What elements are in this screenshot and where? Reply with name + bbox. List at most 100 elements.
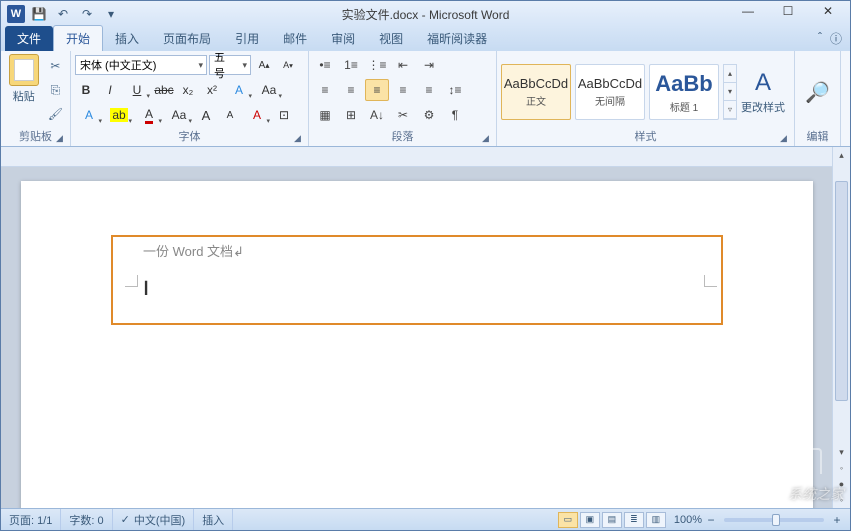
minimize-button[interactable]: — [728, 1, 768, 21]
line-spacing-button[interactable]: ↕≡ [443, 79, 467, 101]
clipboard-launcher[interactable]: ◢ [56, 133, 68, 145]
tab-layout[interactable]: 页面布局 [151, 26, 223, 51]
align-right-button[interactable]: ≡ [365, 79, 389, 101]
text-effects-button[interactable]: A [225, 79, 253, 101]
style-scroll-down[interactable]: ▾ [724, 83, 736, 101]
font-name-combo[interactable]: 宋体 (中文正文) [75, 55, 207, 75]
shrink-font-button[interactable]: A▾ [277, 54, 299, 76]
qat-dropdown[interactable]: ▾ [101, 4, 121, 24]
style-heading1[interactable]: AaBb 标题 1 [649, 64, 719, 120]
bold-button[interactable]: B [75, 79, 97, 101]
sort-button[interactable]: A↓ [365, 104, 389, 126]
tab-home[interactable]: 开始 [53, 25, 103, 51]
undo-button[interactable]: ↶ [53, 4, 73, 24]
document-text[interactable]: 一份 Word 文档↲ [143, 241, 244, 260]
document-area[interactable]: 一份 Word 文档↲ ▎ [1, 167, 832, 508]
align-center-button[interactable]: ≡ [339, 79, 363, 101]
status-insert-mode[interactable]: 插入 [194, 509, 233, 530]
save-button[interactable]: 💾 [29, 4, 49, 24]
font-size-combo[interactable]: 五号 [209, 55, 251, 75]
justify-button[interactable]: ≡ [391, 79, 415, 101]
browse-object-button[interactable]: ● [833, 476, 850, 492]
tab-foxit[interactable]: 福昕阅读器 [415, 26, 499, 51]
status-words[interactable]: 字数: 0 [61, 509, 112, 530]
borders-button[interactable]: ⊞ [339, 104, 363, 126]
maximize-button[interactable]: ☐ [768, 1, 808, 21]
style-nospacing[interactable]: AaBbCcDd 无间隔 [575, 64, 645, 120]
status-page[interactable]: 页面: 1/1 [1, 509, 61, 530]
font-color-button[interactable]: A [135, 104, 163, 126]
shrink-font2-button[interactable]: A [219, 104, 241, 126]
tab-mailings[interactable]: 邮件 [271, 26, 319, 51]
status-bar: 页面: 1/1 字数: 0 ✓ 中文(中国) 插入 ▭ ▣ ▤ ≣ ▥ 100%… [1, 508, 850, 530]
page[interactable]: 一份 Word 文档↲ ▎ [21, 181, 813, 508]
minimize-ribbon-icon[interactable]: ˆ [818, 30, 822, 47]
prev-page-button[interactable]: ◦ [833, 460, 850, 476]
distribute-button[interactable]: ≡ [417, 79, 441, 101]
help-icon[interactable]: ⓘ [830, 30, 842, 47]
zoom-in-button[interactable]: + [830, 513, 844, 527]
tab-file[interactable]: 文件 [5, 26, 53, 51]
align-left-button[interactable]: ≡ [313, 79, 337, 101]
window-controls: — ☐ ✕ [728, 1, 848, 21]
view-outline[interactable]: ≣ [624, 512, 644, 528]
ruler[interactable] [1, 147, 850, 167]
style-scroll-up[interactable]: ▴ [724, 65, 736, 83]
copy-button[interactable]: ⎘ [45, 80, 65, 100]
group-label: 样式 [501, 130, 790, 145]
scroll-thumb[interactable] [835, 181, 848, 401]
zoom-out-button[interactable]: − [704, 513, 718, 527]
highlight-color-button[interactable]: ab [105, 104, 133, 126]
clear-format-button[interactable]: A [243, 104, 271, 126]
style-normal[interactable]: AaBbCcDd 正文 [501, 64, 571, 120]
bullets-button[interactable]: •≡ [313, 54, 337, 76]
change-styles-button[interactable]: A 更改样式 [741, 69, 785, 115]
show-paragraph-button[interactable]: ¶ [443, 104, 467, 126]
font-launcher[interactable]: ◢ [294, 133, 306, 145]
scroll-down-button[interactable]: ▾ [833, 444, 850, 460]
view-fullscreen[interactable]: ▣ [580, 512, 600, 528]
tab-references[interactable]: 引用 [223, 26, 271, 51]
view-draft[interactable]: ▥ [646, 512, 666, 528]
view-print-layout[interactable]: ▭ [558, 512, 578, 528]
zoom-slider[interactable] [724, 518, 824, 522]
format-painter-button[interactable]: 🖌 [45, 104, 65, 124]
numbering-button[interactable]: 1≡ [339, 54, 363, 76]
zoom-level[interactable]: 100% [674, 514, 702, 526]
paste-button[interactable]: 粘贴 [5, 54, 42, 104]
zoom-slider-knob[interactable] [772, 514, 780, 526]
char-scale-button[interactable]: Aa [165, 104, 193, 126]
ribbon-tabs: 文件 开始 插入 页面布局 引用 邮件 审阅 视图 福昕阅读器 ˆ ⓘ [1, 27, 850, 51]
change-case-button[interactable]: Aa [255, 79, 283, 101]
para-settings-button[interactable]: ⚙ [417, 104, 441, 126]
show-marks-button[interactable]: ✂ [391, 104, 415, 126]
grow-font2-button[interactable]: A [195, 104, 217, 126]
styles-launcher[interactable]: ◢ [780, 133, 792, 145]
shading-button[interactable]: ▦ [313, 104, 337, 126]
grow-font-button[interactable]: A▴ [253, 54, 275, 76]
vertical-scrollbar[interactable]: ▴ ▾ ◦ ● ◦ [832, 147, 850, 508]
superscript-button[interactable]: x² [201, 79, 223, 101]
tab-insert[interactable]: 插入 [103, 26, 151, 51]
view-web[interactable]: ▤ [602, 512, 622, 528]
multilevel-button[interactable]: ⋮≡ [365, 54, 389, 76]
text-highlight-button[interactable]: A [75, 104, 103, 126]
decrease-indent-button[interactable]: ⇤ [391, 54, 415, 76]
char-border-button[interactable]: ⊡ [273, 104, 295, 126]
close-button[interactable]: ✕ [808, 1, 848, 21]
subscript-button[interactable]: x₂ [177, 79, 199, 101]
italic-button[interactable]: I [99, 79, 121, 101]
cut-button[interactable]: ✂ [45, 56, 65, 76]
next-page-button[interactable]: ◦ [833, 492, 850, 508]
paragraph-launcher[interactable]: ◢ [482, 133, 494, 145]
tab-review[interactable]: 审阅 [319, 26, 367, 51]
strike-button[interactable]: abc [153, 79, 175, 101]
increase-indent-button[interactable]: ⇥ [417, 54, 441, 76]
scroll-up-button[interactable]: ▴ [833, 147, 850, 163]
redo-button[interactable]: ↷ [77, 4, 97, 24]
status-language[interactable]: ✓ 中文(中国) [113, 509, 195, 530]
find-icon[interactable]: 🔎 [805, 80, 830, 105]
style-gallery-expand[interactable]: ▿ [724, 101, 736, 119]
tab-view[interactable]: 视图 [367, 26, 415, 51]
underline-button[interactable]: U [123, 79, 151, 101]
